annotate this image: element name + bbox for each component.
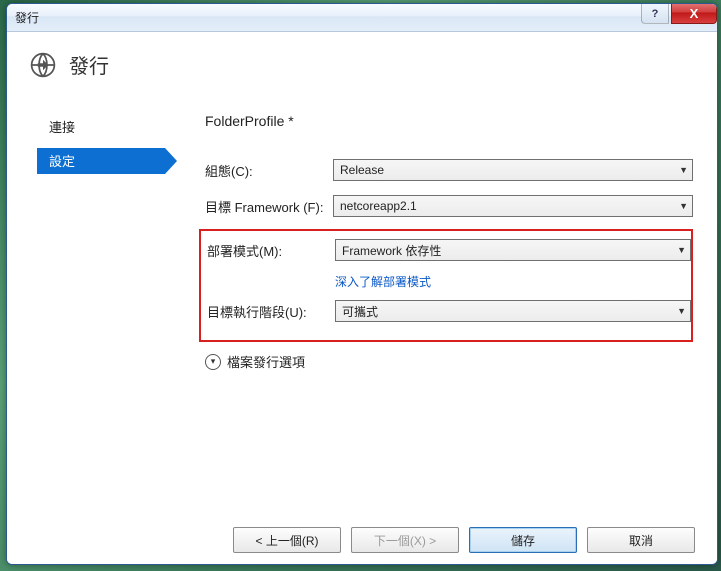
dropdown-value: netcoreapp2.1 xyxy=(340,199,417,213)
dropdown-value: 可攜式 xyxy=(342,303,378,320)
deployment-learn-more-link[interactable]: 深入了解部署模式 xyxy=(329,273,691,290)
cancel-button[interactable]: 取消 xyxy=(587,527,695,553)
chevron-down-icon: ▼ xyxy=(677,306,686,316)
sidebar-item-label: 設定 xyxy=(49,151,75,170)
chevron-down-icon: ▼ xyxy=(679,201,688,211)
dropdown-value: Framework 依存性 xyxy=(342,242,441,259)
expander-label: 檔案發行選項 xyxy=(227,352,305,371)
main-panel: FolderProfile * 組態(C): Release ▼ 目標 Fram… xyxy=(165,113,717,371)
sidebar-item-label: 連接 xyxy=(49,120,75,135)
chevron-down-icon: ▼ xyxy=(677,245,686,255)
publish-icon xyxy=(29,51,57,79)
chevron-down-icon: ▼ xyxy=(679,165,688,175)
runtime-dropdown[interactable]: 可攜式 ▼ xyxy=(335,300,691,322)
field-configuration: 組態(C): Release ▼ xyxy=(205,157,693,183)
sidebar-item-settings[interactable]: 設定 xyxy=(37,148,165,174)
configuration-label: 組態(C): xyxy=(205,161,333,180)
framework-label: 目標 Framework (F): xyxy=(205,197,333,216)
field-runtime: 目標執行階段(U): 可攜式 ▼ xyxy=(201,298,691,324)
next-button: 下一個(X) > xyxy=(351,527,459,553)
deployment-dropdown[interactable]: Framework 依存性 ▼ xyxy=(335,239,691,261)
help-button[interactable]: ? xyxy=(641,4,669,24)
window-title: 發行 xyxy=(15,9,39,26)
dialog-window: 發行 ? X 發行 連接 設定 Fold xyxy=(6,3,718,565)
header-title: 發行 xyxy=(69,50,109,79)
chevron-down-circle-icon: ▾ xyxy=(205,354,221,370)
field-deployment: 部署模式(M): Framework 依存性 ▼ xyxy=(201,237,691,263)
save-button[interactable]: 儲存 xyxy=(469,527,577,553)
header: 發行 xyxy=(7,32,717,93)
close-button[interactable]: X xyxy=(671,4,717,24)
framework-dropdown[interactable]: netcoreapp2.1 ▼ xyxy=(333,195,693,217)
file-publish-options-expander[interactable]: ▾ 檔案發行選項 xyxy=(205,352,693,371)
sidebar-item-connect[interactable]: 連接 xyxy=(37,113,165,142)
deployment-label: 部署模式(M): xyxy=(207,241,335,260)
configuration-dropdown[interactable]: Release ▼ xyxy=(333,159,693,181)
runtime-label: 目標執行階段(U): xyxy=(207,302,335,321)
titlebar[interactable]: 發行 ? X xyxy=(7,4,717,32)
window-buttons: ? X xyxy=(641,4,717,24)
prev-button[interactable]: < 上一個(R) xyxy=(233,527,341,553)
profile-title: FolderProfile * xyxy=(205,113,693,129)
dialog-content: 發行 連接 設定 FolderProfile * 組態(C): Release … xyxy=(7,32,717,565)
footer-buttons: < 上一個(R) 下一個(X) > 儲存 取消 xyxy=(233,527,695,553)
body: 連接 設定 FolderProfile * 組態(C): Release ▼ 目… xyxy=(7,93,717,371)
highlight-box: 部署模式(M): Framework 依存性 ▼ 深入了解部署模式 目標執行階段… xyxy=(199,229,693,342)
field-framework: 目標 Framework (F): netcoreapp2.1 ▼ xyxy=(205,193,693,219)
dropdown-value: Release xyxy=(340,163,384,177)
sidebar: 連接 設定 xyxy=(37,113,165,371)
